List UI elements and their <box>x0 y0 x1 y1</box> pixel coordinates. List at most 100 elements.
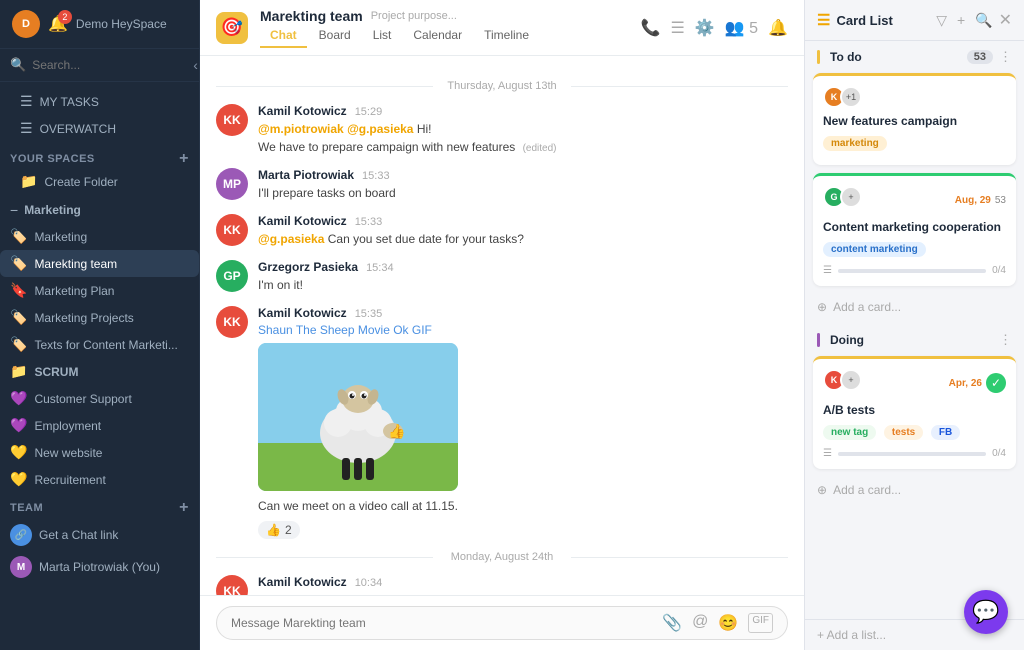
group-label: Marketing <box>24 203 189 217</box>
at-icon[interactable]: @ <box>692 613 708 633</box>
tab-list[interactable]: List <box>363 24 402 48</box>
sidebar-item-new-website[interactable]: 💛 New website <box>0 439 199 466</box>
add-space-button[interactable]: + <box>179 150 189 168</box>
space-icon: 💜 <box>10 417 27 434</box>
sidebar-header: D 🔔 2 Demo HeySpace <box>0 0 199 49</box>
search-bar[interactable]: 🔍 ‹ › <box>0 49 199 82</box>
sidebar-item-employment[interactable]: 💜 Employment <box>0 412 199 439</box>
message-row: KK Kamil Kotowicz 15:29 @m.piotrowiak @g… <box>216 104 788 156</box>
add-card-doing-button[interactable]: ⊕ Add a card... <box>805 477 1024 503</box>
sidebar-item-marta[interactable]: M Marta Piotrowiak (You) <box>0 551 199 583</box>
item-label: Marekting team <box>34 257 189 271</box>
tab-timeline[interactable]: Timeline <box>474 24 539 48</box>
sidebar-item-customer-support[interactable]: 💜 Customer Support <box>0 385 199 412</box>
chevron-left-icon[interactable]: ‹ <box>193 57 198 73</box>
card-item[interactable]: K +1 New features campaign marketing <box>813 73 1016 165</box>
team-label[interactable]: TEAM + <box>10 499 189 517</box>
message-sender: Marta Piotrowiak <box>258 168 354 182</box>
date-divider-2: Monday, August 24th <box>216 551 788 563</box>
column-title: Doing <box>830 333 993 347</box>
notification-bell[interactable]: 🔔 2 <box>48 14 68 34</box>
message-extra: We have to prepare campaign with new fea… <box>258 138 788 156</box>
message-body: Marta Piotrowiak 15:33 I'll prepare task… <box>258 168 788 202</box>
chat-fab-button[interactable]: 💬 <box>964 590 1008 634</box>
card-title: A/B tests <box>823 403 1006 417</box>
group-marketing[interactable]: − Marketing <box>0 197 199 223</box>
space-icon: 🏷️ <box>10 255 27 272</box>
gif-link[interactable]: Shaun The Sheep Movie Ok GIF <box>258 323 432 337</box>
avatar: KK <box>216 306 248 338</box>
your-spaces-label[interactable]: YOUR SPACES + <box>10 150 189 168</box>
card-panel-title-text: Card List <box>836 13 892 28</box>
sidebar-item-texts-content[interactable]: 🏷️ Texts for Content Marketi... <box>0 331 199 358</box>
message-time: 10:34 <box>355 577 383 589</box>
sidebar-item-scrum[interactable]: 📁 SCRUM <box>0 358 199 385</box>
filter-icon[interactable]: ▽ <box>936 12 947 29</box>
search-input[interactable] <box>32 58 187 72</box>
list-icon[interactable]: ☰ <box>671 18 685 38</box>
sidebar-item-marketing[interactable]: 🏷️ Marketing <box>0 223 199 250</box>
card-date: Apr, 26 <box>949 378 982 389</box>
card-panel-title: ☰ Card List <box>817 11 930 29</box>
message-sender: Kamil Kotowicz <box>258 214 347 228</box>
add-team-button[interactable]: + <box>179 499 189 517</box>
gif-icon[interactable]: GIF <box>748 613 773 633</box>
reaction-emoji: 👍 <box>266 523 281 537</box>
message-time: 15:33 <box>355 216 383 228</box>
sidebar-item-marketing-projects[interactable]: 🏷️ Marketing Projects <box>0 304 199 331</box>
sidebar-item-create-folder[interactable]: 📁 Create Folder <box>10 168 189 195</box>
tab-chat[interactable]: Chat <box>260 24 307 48</box>
space-icon: 🔖 <box>10 282 27 299</box>
sidebar-item-get-chat-link[interactable]: 🔗 Get a Chat link <box>0 519 199 551</box>
message-row: KK Kamil Kotowicz 15:33 @g.pasieka Can y… <box>216 214 788 248</box>
column-menu-button[interactable]: ⋮ <box>999 332 1012 348</box>
sidebar-item-marekting-team[interactable]: 🏷️ Marekting team <box>0 250 199 277</box>
close-panel-button[interactable]: ✕ <box>999 10 1012 30</box>
space-icon: 💛 <box>10 444 27 461</box>
message-time: 15:35 <box>355 308 383 320</box>
svg-text:👍: 👍 <box>388 423 405 440</box>
sidebar-item-marketing-plan[interactable]: 🔖 Marketing Plan <box>0 277 199 304</box>
link-avatar: 🔗 <box>10 524 32 546</box>
message-time: 15:33 <box>362 170 390 182</box>
search-icon: 🔍 <box>10 57 26 73</box>
message-header: Kamil Kotowicz 15:33 <box>258 214 788 228</box>
message-row: KK Kamil Kotowicz 10:34 <box>216 575 788 595</box>
todo-indicator <box>817 50 820 64</box>
add-card-todo-button[interactable]: ⊕ Add a card... <box>805 294 1024 320</box>
card-item[interactable]: G + Aug, 29 53 Content marketing coopera… <box>813 173 1016 286</box>
message-sender: Kamil Kotowicz <box>258 104 347 118</box>
item-label: Customer Support <box>34 392 189 406</box>
emoji-icon[interactable]: 😊 <box>718 613 738 633</box>
shaun-gif: 👍 <box>258 343 458 491</box>
chat-logo: 🎯 <box>216 12 248 44</box>
tab-board[interactable]: Board <box>309 24 361 48</box>
add-card-label: Add a card... <box>833 483 901 497</box>
chat-subtitle: Project purpose... <box>371 10 457 22</box>
add-column-icon[interactable]: + <box>957 12 965 29</box>
members-icon[interactable]: 👥 5 <box>725 18 758 38</box>
nav-chevrons[interactable]: ‹ › <box>193 57 200 73</box>
column-menu-button[interactable]: ⋮ <box>999 49 1012 65</box>
marta-avatar: M <box>10 556 32 578</box>
sidebar-item-my-tasks[interactable]: ☰ MY TASKS <box>10 88 189 115</box>
sidebar-item-overwatch[interactable]: ☰ OVERWATCH <box>10 115 189 142</box>
card-item[interactable]: K + Apr, 26 ✓ A/B tests new tag tests FB… <box>813 356 1016 469</box>
progress-text: 0/4 <box>992 448 1006 459</box>
search-icon[interactable]: 🔍 <box>975 12 992 29</box>
settings-icon[interactable]: ⚙️ <box>695 18 715 38</box>
message-body: Kamil Kotowicz 15:35 Shaun The Sheep Mov… <box>258 306 788 539</box>
progress-text: 0/4 <box>992 265 1006 276</box>
plus-icon: ⊕ <box>817 300 827 314</box>
sidebar-item-recruitement[interactable]: 💛 Recruitement <box>0 466 199 493</box>
chat-input[interactable] <box>231 616 654 630</box>
card-avatars: G + <box>823 186 862 208</box>
attachment-icon[interactable]: 📎 <box>662 613 682 633</box>
reaction-button[interactable]: 👍 2 <box>258 521 300 539</box>
tab-calendar[interactable]: Calendar <box>403 24 472 48</box>
sidebar-item-label: MY TASKS <box>40 95 179 109</box>
subtask-icon: ☰ <box>823 448 832 459</box>
bell-icon[interactable]: 🔔 <box>768 18 788 38</box>
phone-icon[interactable]: 📞 <box>641 18 661 38</box>
edited-label: (edited) <box>523 143 557 154</box>
